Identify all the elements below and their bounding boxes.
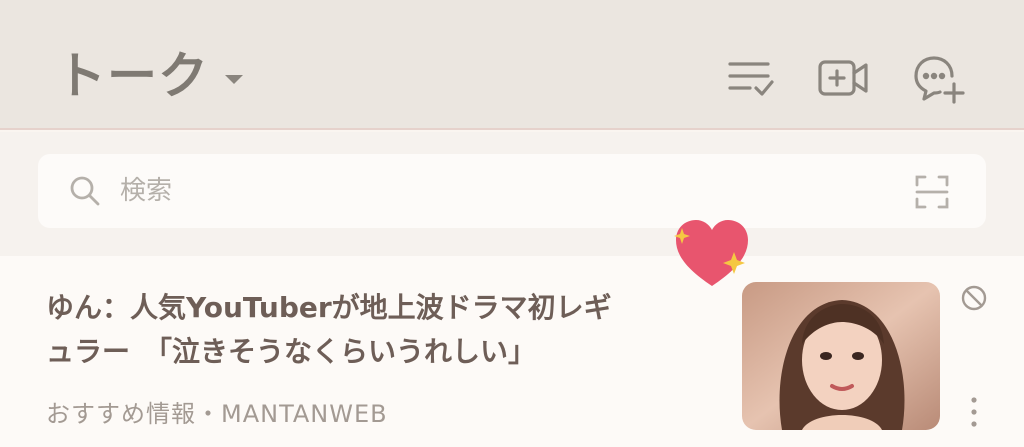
sort-check-icon[interactable] [724, 52, 778, 106]
app-header: トーク [0, 0, 1024, 130]
talk-title-dropdown[interactable]: トーク [56, 44, 243, 108]
caret-down-icon [225, 74, 243, 84]
headline-line-2: ュラー 「泣きそうなくらいうれしい」 [46, 335, 537, 368]
headline-line-1: ゆん：人気YouTuberが地上波ドラマ初レギ [46, 291, 612, 324]
search-bar[interactable] [38, 154, 986, 228]
news-thumbnail[interactable] [742, 282, 940, 430]
search-area [0, 132, 1024, 256]
news-card[interactable]: ゆん：人気YouTuberが地上波ドラマ初レギ ュラー 「泣きそうなくらいうれし… [0, 220, 1024, 447]
news-headline[interactable]: ゆん：人気YouTuberが地上波ドラマ初レギ ュラー 「泣きそうなくらいうれし… [46, 286, 696, 374]
add-video-icon[interactable] [816, 52, 870, 106]
qr-scan-icon[interactable] [914, 174, 950, 210]
hide-news-icon[interactable] [960, 284, 988, 312]
page-title: トーク [56, 47, 209, 105]
new-chat-icon[interactable] [912, 52, 966, 106]
more-options-icon[interactable] [962, 394, 986, 430]
search-icon [70, 176, 100, 206]
heart-sparkle-icon [674, 220, 748, 286]
search-input[interactable] [120, 166, 880, 216]
news-source: おすすめ情報・MANTANWEB [46, 400, 388, 428]
